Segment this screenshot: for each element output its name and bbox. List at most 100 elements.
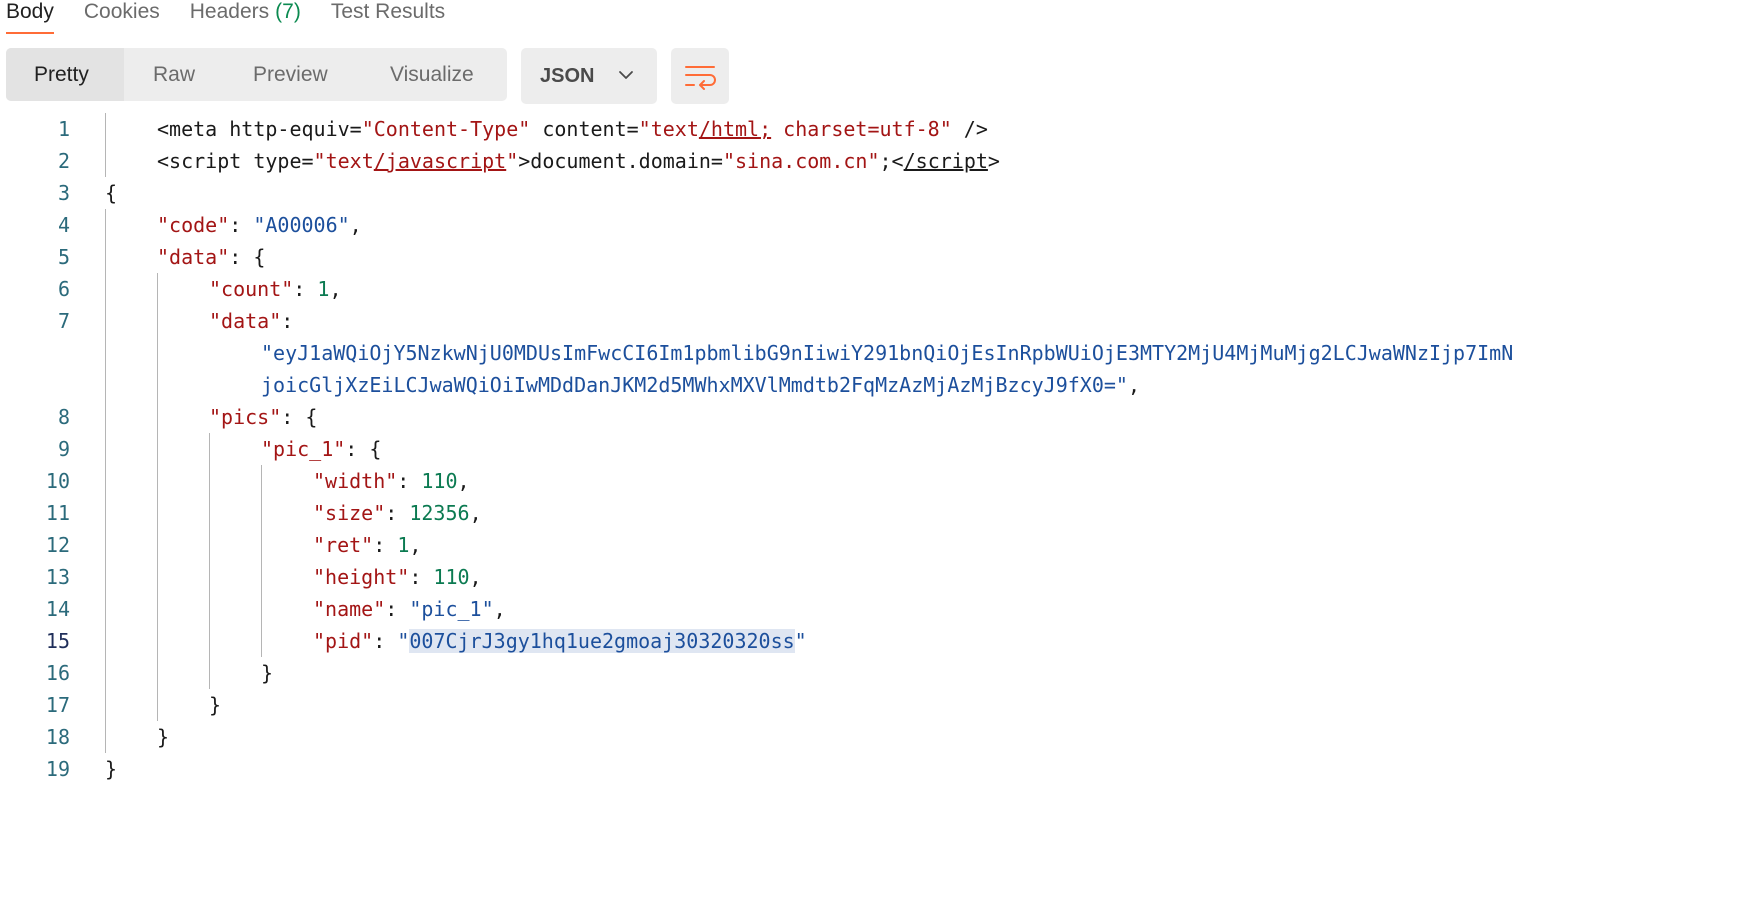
code-line-11: "size": 12356, — [313, 497, 482, 529]
response-tabs: Body Cookies Headers (7) Test Results — [0, 0, 475, 36]
tab-test-results[interactable]: Test Results — [331, 0, 445, 36]
tab-body-label: Body — [6, 0, 54, 23]
code-token: ;< — [879, 149, 904, 173]
wrap-lines-button[interactable] — [671, 48, 729, 104]
tab-cookies-label: Cookies — [83, 0, 160, 23]
json-number-value: 110 — [421, 469, 458, 493]
code-token: <meta http-equiv= — [157, 117, 362, 141]
code-token: /javascript — [373, 149, 507, 173]
view-mode-selector: Pretty Raw Preview Visualize — [6, 48, 507, 101]
response-viewer: Body Cookies Headers (7) Test Results Pre… — [0, 0, 1758, 910]
json-key: "height" — [313, 565, 410, 589]
code-token: , — [493, 597, 506, 621]
code-line-15: "pid": "007CjrJ3gy1hq1ue2gmoaj30320320ss… — [313, 625, 807, 657]
code-token: , — [349, 213, 362, 237]
json-number-value: 110 — [433, 565, 470, 589]
line-number: 3 — [57, 181, 70, 205]
view-mode-raw[interactable]: Raw — [124, 48, 224, 101]
indent-guide — [105, 113, 106, 177]
json-key: "pid" — [313, 629, 374, 653]
code-token: : { — [281, 405, 318, 429]
code-token: " — [506, 149, 519, 173]
code-token: , — [1127, 373, 1140, 397]
code-token: "Content-Type" — [361, 117, 531, 141]
tab-headers-label: Headers — [189, 0, 270, 23]
code-line-6: "count": 1, — [209, 273, 341, 305]
json-key: "width" — [313, 469, 398, 493]
line-number: 14 — [45, 597, 70, 621]
json-key: "size" — [313, 501, 386, 525]
code-token: : — [373, 533, 398, 557]
code-token: : — [373, 629, 398, 653]
code-token: <script type= — [157, 149, 314, 173]
code-line-1: <meta http-equiv="Content-Type" content=… — [157, 113, 988, 145]
code-token: >document.domain= — [518, 149, 723, 173]
json-string-value: "pic_1" — [409, 597, 494, 621]
format-label: JSON — [540, 64, 595, 87]
code-token: : — [229, 213, 254, 237]
wrap-lines-icon — [685, 66, 716, 90]
json-key: "code" — [157, 213, 230, 237]
line-number: 4 — [57, 213, 70, 237]
line-number: 8 — [57, 405, 70, 429]
code-token: "text — [313, 149, 374, 173]
indent-guide — [105, 209, 106, 753]
code-token: : { — [345, 437, 382, 461]
json-number-value: 1 — [397, 533, 410, 557]
code-line-2: <script type="text/javascript">document.… — [157, 145, 1000, 177]
code-line-18: } — [157, 725, 170, 749]
headers-count-badge: (7) — [275, 0, 301, 23]
line-number: 6 — [57, 277, 70, 301]
tab-headers[interactable]: Headers (7) — [190, 0, 301, 36]
json-key: "count" — [209, 277, 294, 301]
indent-guide — [261, 465, 262, 657]
code-line-14: "name": "pic_1", — [313, 593, 506, 625]
line-number: 11 — [45, 501, 70, 525]
tab-cookies[interactable]: Cookies — [84, 0, 160, 36]
code-line-17: } — [209, 693, 222, 717]
code-line-4: "code": "A00006", — [157, 209, 362, 241]
code-token: /html; — [698, 117, 772, 141]
code-token: , — [457, 469, 470, 493]
line-number: 13 — [45, 565, 70, 589]
code-line-5: "data": { — [157, 241, 265, 273]
format-dropdown[interactable]: JSON — [521, 48, 657, 104]
json-number-value: 12356 — [409, 501, 470, 525]
view-mode-visualize[interactable]: Visualize — [361, 48, 507, 101]
code-line-9: "pic_1": { — [261, 433, 381, 465]
line-number: 16 — [45, 661, 70, 685]
code-line-8: "pics": { — [209, 401, 317, 433]
code-line-19: } — [105, 757, 118, 781]
json-key: "data" — [209, 309, 282, 333]
tab-body[interactable]: Body — [6, 0, 54, 36]
code-token: : — [385, 597, 410, 621]
json-key: "pics" — [209, 405, 282, 429]
json-key: "ret" — [313, 533, 374, 557]
json-string-value: "A00006" — [253, 213, 350, 237]
view-mode-pretty[interactable]: Pretty — [6, 48, 124, 101]
code-token: /> — [951, 117, 988, 141]
tab-test-results-label: Test Results — [330, 0, 446, 23]
line-number: 7 — [57, 309, 70, 333]
line-number: 17 — [45, 693, 70, 717]
view-mode-preview[interactable]: Preview — [224, 48, 361, 101]
selected-text[interactable]: 007CjrJ3gy1hq1ue2gmoaj30320320ss — [409, 629, 795, 653]
json-key: "data" — [157, 245, 230, 269]
code-line-3: { — [105, 181, 118, 205]
line-number: 2 — [57, 149, 70, 173]
line-number-current: 15 — [45, 629, 70, 653]
code-token: : — [293, 277, 318, 301]
line-number: 18 — [45, 725, 70, 749]
code-line-12: "ret": 1, — [313, 529, 421, 561]
code-token: : — [385, 501, 410, 525]
code-token: "sina.com.cn" — [722, 149, 880, 173]
indent-guide — [157, 273, 158, 721]
response-body-editor[interactable]: 1 2 3 4 5 6 7 8 9 10 11 12 13 14 15 16 1… — [0, 113, 1758, 910]
code-token: , — [409, 533, 422, 557]
code-token: content= — [530, 117, 639, 141]
code-token: charset=utf-8" — [771, 117, 952, 141]
code-line-16: } — [261, 661, 274, 685]
code-token: " — [794, 629, 807, 653]
code-token: " — [397, 629, 410, 653]
line-number: 19 — [45, 757, 70, 781]
